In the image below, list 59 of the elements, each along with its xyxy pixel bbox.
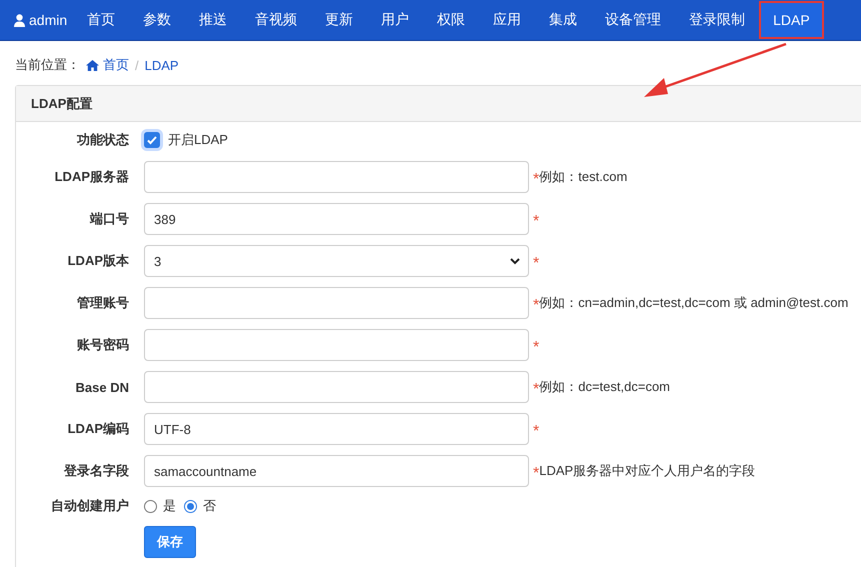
text-field[interactable] [144,371,529,403]
field-label: 管理账号 [76,294,130,312]
checkmark-icon [146,134,158,146]
text-field[interactable] [144,287,529,319]
breadcrumb-link[interactable]: 首页 [86,56,129,74]
nav-tab[interactable]: 集成 [535,1,592,39]
field-hint: 例如：cn=admin,dc=test,dc=com 或 admin@test.com [539,294,848,312]
radio-label: 是 [163,497,176,515]
required-mark: * [533,254,540,272]
field-label: 登录名字段 [62,462,130,480]
nav-tab[interactable]: LDAP [759,1,824,39]
field-label: Base DN [74,380,130,394]
required-mark: * [533,296,540,314]
required-mark: * [533,212,540,230]
nav-tab[interactable]: 推送 [185,1,242,39]
panel-title: LDAP配置 [31,94,92,112]
nav-tab[interactable]: 更新 [311,1,368,39]
required-mark: * [533,170,540,188]
home-icon [86,60,99,70]
required-mark: * [533,380,540,398]
user-icon [14,14,25,26]
text-field[interactable] [144,161,529,193]
field-label: 账号密码 [76,336,130,354]
nav-tab[interactable]: 参数 [129,1,186,39]
radio-label: 否 [203,497,216,515]
checkbox-label: 开启LDAP [168,131,228,149]
field-hint: LDAP服务器中对应个人用户名的字段 [539,462,756,480]
field-hint: 例如：dc=test,dc=com [539,378,670,396]
text-field[interactable]: UTF-8 [144,413,529,445]
save-button[interactable]: 保存 [144,526,196,558]
field-label: 端口号 [88,210,130,228]
nav-tab[interactable]: 音视频 [241,1,312,39]
text-field[interactable]: 389 [144,203,529,235]
radio-button[interactable] [184,500,197,512]
radio-button[interactable] [144,500,157,512]
field-label: LDAP服务器 [54,168,130,186]
text-field[interactable]: samaccountname [144,455,529,487]
field-label: 功能状态 [76,131,130,149]
nav-tab[interactable]: 应用 [479,1,536,39]
text-field[interactable] [144,329,529,361]
field-label: LDAP编码 [66,420,130,438]
dropdown[interactable]: 3 [144,245,529,277]
field-label: LDAP版本 [66,252,130,270]
breadcrumb-label: 当前位置： [15,56,80,74]
required-mark: * [533,422,540,440]
nav-tab[interactable]: 权限 [423,1,480,39]
field-hint: 例如：test.com [539,168,628,186]
nav-tab[interactable]: 用户 [367,1,424,39]
required-mark: * [533,464,540,482]
nav-tab[interactable]: 设备管理 [591,1,676,39]
breadcrumb-separator: / [135,58,139,72]
user-menu[interactable]: admin [14,12,68,28]
nav-tab[interactable]: 首页 [73,1,130,39]
nav-tab[interactable]: 登录限制 [675,1,760,39]
chevron-down-icon [510,258,520,264]
checkbox[interactable] [144,132,160,148]
required-mark: * [533,338,540,356]
breadcrumb-link[interactable]: LDAP [144,58,179,72]
field-label: 自动创建用户 [50,497,130,515]
